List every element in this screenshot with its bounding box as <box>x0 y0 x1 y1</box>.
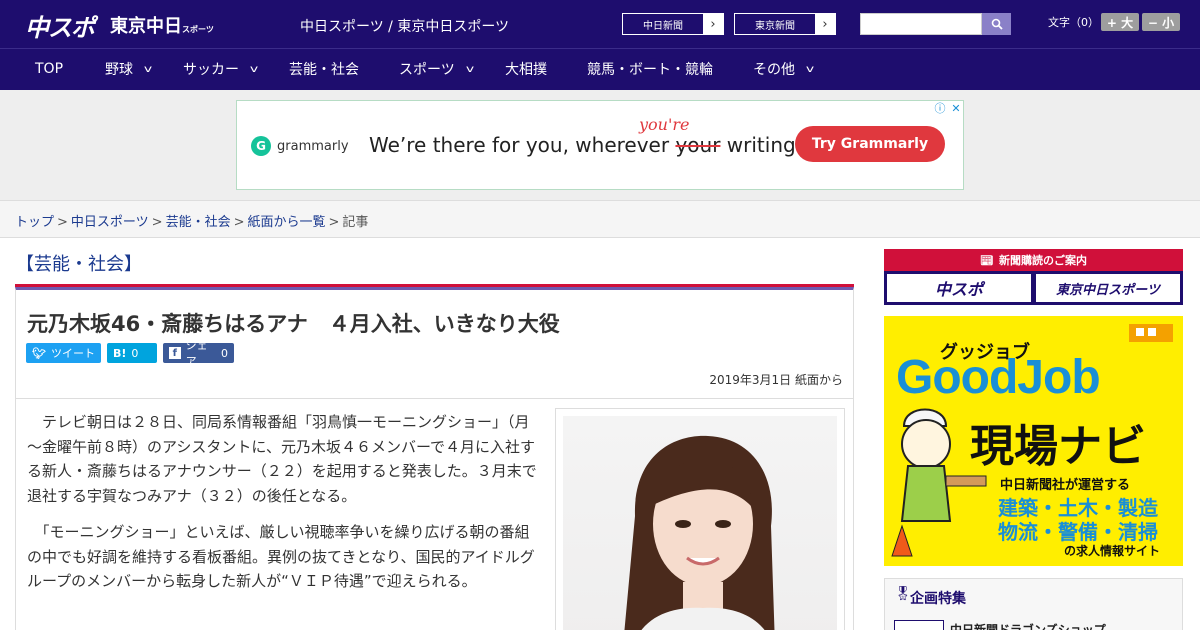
nav-label: 競馬・ボート・競輪 <box>587 62 713 78</box>
ad-handwritten: you're <box>639 115 690 134</box>
nav-label: 芸能・社会 <box>289 62 359 78</box>
twitter-bird-icon: 🐦︎ <box>32 346 46 360</box>
font-smaller-button[interactable]: − 小 <box>1142 13 1180 31</box>
subscribe-chuspo-button[interactable]: 中スポ <box>887 274 1031 302</box>
nav-other[interactable]: その他 v <box>753 48 815 90</box>
nav-label: TOP <box>35 61 64 77</box>
chevron-down-icon: v <box>805 63 815 75</box>
nav-label: 野球 <box>105 62 133 78</box>
article-headline: 元乃木坂46・斎藤ちはるアナ ４月入社、いきなり大役 <box>27 312 560 336</box>
hatena-icon: B! <box>113 346 127 360</box>
feature-thumbnail[interactable] <box>894 620 944 630</box>
chevron-right-icon: › <box>815 14 835 34</box>
ad-headline: We’re there for you, wherever your writi… <box>369 133 802 157</box>
nav-label: 大相撲 <box>505 62 547 78</box>
tweet-button[interactable]: 🐦︎ ツイート <box>26 343 101 363</box>
search-button[interactable] <box>982 13 1011 35</box>
hatena-count: 0 <box>131 346 139 360</box>
nav-label: その他 <box>753 62 795 78</box>
facebook-share-button[interactable]: f シェア 0 <box>163 339 234 368</box>
feature-item-link[interactable]: 中日新聞ドラゴンズショップ <box>950 621 1106 630</box>
portrait-image <box>624 435 775 630</box>
tokyo-chunichi-logo[interactable]: 東京中日スポーツ <box>110 12 214 38</box>
chevron-right-icon: › <box>703 14 723 34</box>
font-larger-button[interactable]: + 大 <box>1101 13 1139 31</box>
ad-text-struck: your <box>675 133 721 157</box>
site-names: 中日スポーツ / 東京中日スポーツ <box>300 19 510 35</box>
facebook-share-label: シェア <box>185 339 208 368</box>
ad-info-icon[interactable]: ⓘ <box>933 101 947 115</box>
nav-label: スポーツ <box>399 62 455 78</box>
breadcrumb-entertainment[interactable]: 芸能・社会 <box>166 215 231 230</box>
category-title: 【芸能・社会】 <box>16 254 142 275</box>
font-size-label: 文字（0） <box>1048 16 1099 29</box>
breadcrumb-top[interactable]: トップ <box>15 215 54 230</box>
facebook-count: 0 <box>221 346 228 360</box>
subscription-title: 📰︎ 新聞購読のご案内 <box>884 249 1183 271</box>
article-paragraph: テレビ朝日は２８日、同局系情報番組「羽鳥慎一モーニングショー」（月～金曜午前８時… <box>27 413 537 505</box>
goodjob-title: GoodJob <box>896 351 1101 404</box>
nav-top[interactable]: TOP <box>35 48 63 90</box>
grammarly-ad[interactable]: G grammarly you're We’re there for you, … <box>236 100 964 190</box>
search-icon <box>991 18 1003 30</box>
breadcrumb-print-list[interactable]: 紙面から一覧 <box>248 215 326 230</box>
facebook-icon: f <box>169 347 181 359</box>
tokyo-chunichi-logo-sub: スポーツ <box>182 25 214 34</box>
goodjob-line1: 中日新聞社が運営する <box>1000 478 1131 493</box>
tokyo-shimbun-label: 東京新聞 <box>755 20 795 32</box>
chevron-down-icon: v <box>143 63 153 75</box>
goodjob-line3: 物流・警備・清掃 <box>998 520 1158 544</box>
chunichi-shimbun-link[interactable]: 中日新聞 › <box>622 13 724 35</box>
nav-soccer[interactable]: サッカー v <box>183 48 259 90</box>
nav-entertainment[interactable]: 芸能・社会 <box>289 48 359 90</box>
breadcrumb: トップ > 中日スポーツ > 芸能・社会 > 紙面から一覧 > 記事 <box>15 211 368 230</box>
nav-baseball[interactable]: 野球 v <box>105 48 153 90</box>
chevron-down-icon: v <box>465 63 474 75</box>
tokyo-shimbun-link[interactable]: 東京新聞 › <box>734 13 836 35</box>
chuspo-logo[interactable]: 中スポ <box>25 8 95 43</box>
nav-sports[interactable]: スポーツ v <box>399 48 474 90</box>
breadcrumb-separator: > <box>151 215 163 230</box>
hatena-bookmark-button[interactable]: B! 0 <box>107 343 157 363</box>
search-input[interactable] <box>860 13 982 35</box>
article-photo[interactable] <box>563 416 837 630</box>
nav-racing[interactable]: 競馬・ボート・競輪 <box>587 48 713 90</box>
nav-label: サッカー <box>183 62 239 78</box>
newspaper-icon: 📰︎ <box>980 253 994 267</box>
nav-sumo[interactable]: 大相撲 <box>505 48 547 90</box>
subscription-title-text: 新聞購読のご案内 <box>998 254 1087 267</box>
chunichi-shimbun-label: 中日新聞 <box>643 20 683 32</box>
ad-close-icon[interactable]: ✕ <box>949 101 963 115</box>
article-paragraph: 「モーニングショー」といえば、厳しい視聴率争いを繰り広げる朝の番組の中でも好調を… <box>27 523 535 590</box>
breadcrumb-current: 記事 <box>342 215 369 230</box>
try-grammarly-button[interactable]: Try Grammarly <box>795 126 945 162</box>
chevron-down-icon: v <box>249 63 259 75</box>
ad-text-before: We’re there for you, wherever <box>369 133 676 157</box>
breadcrumb-separator: > <box>328 215 340 230</box>
breadcrumb-separator: > <box>233 215 245 230</box>
tweet-label: ツイート <box>50 347 95 360</box>
feature-title: 企画特集 <box>910 591 966 607</box>
breadcrumb-separator: > <box>57 215 68 230</box>
goodjob-line4: の求人情報サイト <box>1064 544 1161 558</box>
subscribe-tokyo-chunichi-button[interactable]: 東京中日スポーツ <box>1036 274 1180 302</box>
tokyo-chunichi-logo-text: 東京中日 <box>110 16 182 37</box>
ad-text-after: writing. <box>720 133 803 157</box>
grammarly-brand: grammarly <box>277 138 349 154</box>
grammarly-logo: G grammarly <box>251 136 349 156</box>
goodjob-subtitle: 現場ナビ <box>970 421 1146 472</box>
grammarly-g-icon: G <box>251 136 271 156</box>
breadcrumb-chunichi-sports[interactable]: 中日スポーツ <box>71 215 149 230</box>
article-date: 2019年3月1日 紙面から <box>709 373 843 387</box>
